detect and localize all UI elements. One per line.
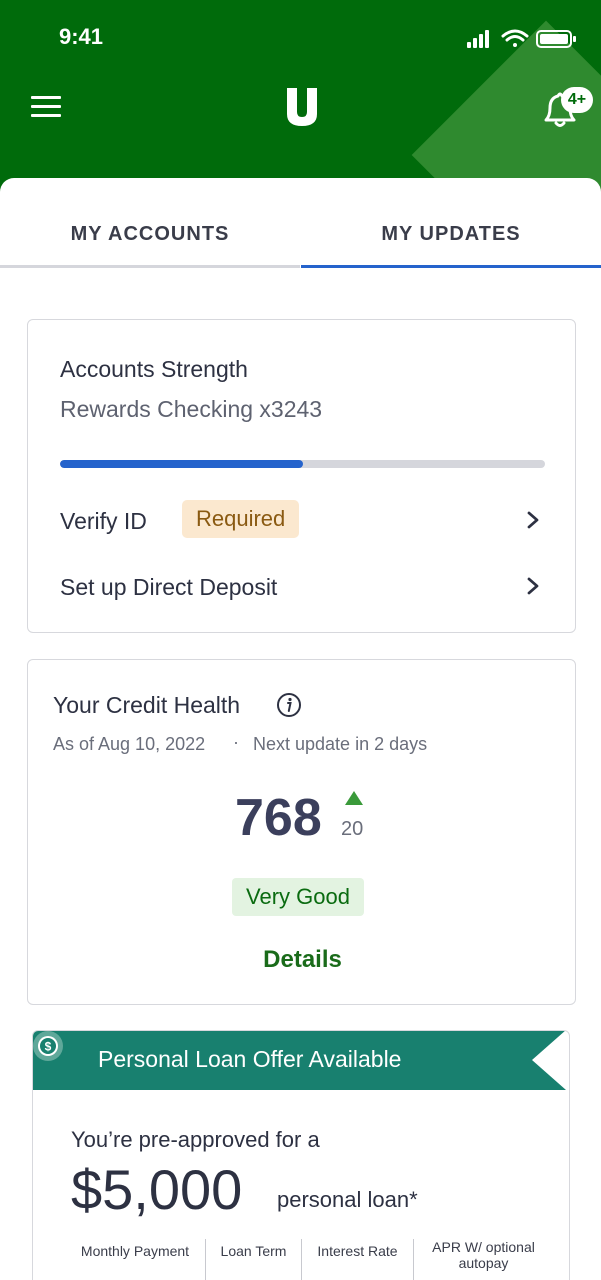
required-badge: Required: [182, 500, 300, 538]
chevron-right-icon: [527, 511, 539, 529]
term-loan-term: Loan Term: [205, 1239, 301, 1280]
credit-rating-badge: Very Good: [232, 878, 364, 916]
status-icons: [467, 29, 576, 48]
status-time: 9:41: [59, 24, 104, 49]
svg-text:$: $: [45, 1040, 52, 1054]
term-interest-rate: Interest Rate: [301, 1239, 413, 1280]
loan-offer-title: Personal Loan Offer Available: [98, 1046, 402, 1072]
loan-type-label: personal loan*: [277, 1187, 418, 1212]
account-name: Rewards Checking x3243: [60, 396, 323, 422]
credit-health-card: Your Credit Health As of Aug 10, 2022 · …: [27, 659, 576, 1005]
accounts-strength-card: Accounts Strength Rewards Checking x3243…: [27, 319, 576, 633]
menu-button[interactable]: [31, 96, 61, 118]
menu-line: [31, 105, 61, 108]
tab-bar: MY ACCOUNTS MY UPDATES: [0, 178, 601, 268]
signal-icon: [467, 30, 489, 48]
app-header: 9:41 4+: [0, 0, 601, 196]
battery-icon: [536, 30, 576, 48]
wifi-icon: [501, 29, 529, 47]
strength-progress-fill: [60, 460, 303, 468]
tab-my-accounts[interactable]: MY ACCOUNTS: [0, 178, 300, 268]
term-monthly-payment: Monthly Payment: [80, 1243, 190, 1259]
direct-deposit-row[interactable]: Set up Direct Deposit: [60, 566, 540, 610]
chevron-right-icon: [527, 577, 539, 595]
tab-my-updates[interactable]: MY UPDATES: [301, 178, 601, 268]
arrow-up-icon: [345, 791, 363, 805]
separator-dot: ·: [233, 732, 239, 752]
score-change: 20: [341, 818, 364, 840]
next-update-text: Next update in 2 days: [253, 734, 428, 754]
app-logo-icon: [287, 88, 317, 126]
preapproved-text: You’re pre-approved for a: [71, 1127, 320, 1152]
verify-id-label: Verify ID: [60, 508, 147, 534]
menu-line: [31, 96, 61, 99]
details-link[interactable]: Details: [28, 946, 577, 974]
notification-badge: 4+: [561, 87, 593, 113]
term-apr-autopay: APR W/ optional autopay: [413, 1239, 553, 1280]
verify-id-row[interactable]: Verify ID Required: [60, 500, 540, 544]
info-icon[interactable]: [276, 692, 302, 718]
credit-as-of-date: As of Aug 10, 2022: [53, 734, 206, 754]
accounts-strength-title: Accounts Strength: [60, 356, 248, 382]
strength-progress-bar: [60, 460, 545, 468]
dollar-coin-icon: $: [33, 1031, 63, 1061]
loan-offer-banner: $ Personal Loan Offer Available: [33, 1031, 566, 1090]
menu-line: [31, 114, 61, 117]
credit-score: 768: [235, 789, 322, 847]
credit-health-title: Your Credit Health: [53, 692, 241, 718]
loan-offer-card[interactable]: $ Personal Loan Offer Available You’re p…: [32, 1030, 570, 1280]
loan-amount: $5,000: [71, 1158, 243, 1221]
direct-deposit-label: Set up Direct Deposit: [60, 574, 278, 600]
loan-terms-row: Monthly Payment Loan Term Interest Rate …: [65, 1239, 565, 1280]
